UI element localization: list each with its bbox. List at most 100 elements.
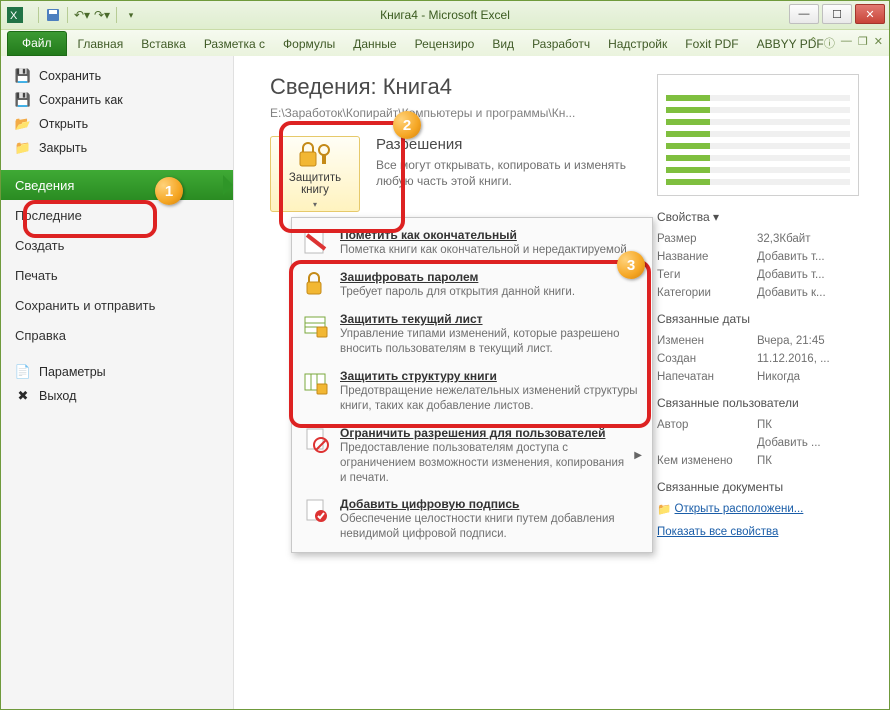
ribbon-tabs: Файл Главная Вставка Разметка с Формулы …	[1, 30, 889, 57]
sidebar-options[interactable]: 📄 Параметры	[1, 360, 233, 384]
submenu-arrow-icon: ▶	[634, 450, 642, 461]
related-docs-header: Связанные документы	[657, 480, 877, 494]
sidebar-save-as[interactable]: 💾 Сохранить как	[1, 88, 233, 112]
protect-structure-icon	[302, 369, 330, 397]
callout-badge-1: 1	[155, 177, 183, 205]
document-thumbnail	[657, 74, 859, 196]
signature-icon	[302, 497, 330, 525]
lock-key-icon	[298, 140, 332, 168]
excel-window: { "title": "Книга4 - Microsoft Excel", "…	[0, 0, 890, 710]
sidebar-nav-recent[interactable]: Последние	[1, 200, 233, 230]
restrict-icon	[302, 426, 330, 454]
prop-add-author[interactable]: Добавить ...	[657, 434, 877, 452]
save-as-icon: 💾	[15, 92, 31, 108]
show-all-props-link[interactable]: Показать все свойства	[657, 526, 877, 538]
prop-size: Размер32,3Кбайт	[657, 230, 877, 248]
menu-item-desc: Пометка книги как окончательной и нереда…	[340, 243, 630, 258]
minimize-button[interactable]: —	[789, 4, 819, 24]
sidebar-nav-label: Сохранить и отправить	[15, 298, 155, 313]
prop-printed: НапечатанНикогда	[657, 368, 877, 386]
callout-badge-2: 2	[393, 111, 421, 139]
menu-add-signature[interactable]: Добавить цифровую подписьОбеспечение цел…	[292, 491, 652, 548]
sidebar-nav-label: Последние	[15, 208, 82, 223]
sidebar-nav-help[interactable]: Справка	[1, 320, 233, 350]
doc-restore-icon[interactable]: ❐	[858, 35, 868, 51]
prop-author: АвторПК	[657, 416, 877, 434]
open-icon: 📂	[15, 116, 31, 132]
sidebar-save[interactable]: 💾Сохранить	[1, 64, 233, 88]
sidebar-exit[interactable]: ✖ Выход	[1, 384, 233, 408]
tab-home[interactable]: Главная	[69, 32, 133, 56]
quick-access-toolbar: ↶▾ ↷▾ ▾	[35, 6, 140, 24]
help-icon[interactable]: ⓘ	[824, 35, 835, 51]
menu-restrict-permission[interactable]: Ограничить разрешения для пользователейП…	[292, 420, 652, 492]
tab-addins[interactable]: Надстройк	[599, 32, 676, 56]
sidebar-nav-print[interactable]: Печать	[1, 260, 233, 290]
prop-modified: ИзмененВчера, 21:45	[657, 332, 877, 350]
sidebar-nav-info[interactable]: Сведения	[1, 170, 233, 200]
excel-app-icon: X	[7, 7, 23, 23]
prop-created: Создан11.12.2016, ...	[657, 350, 877, 368]
backstage-sidebar: 💾Сохранить 💾 Сохранить как 📂 Открыть 📁Закр…	[1, 56, 234, 709]
folder-icon: 📁	[15, 140, 31, 156]
qat-customize-icon[interactable]: ▾	[122, 6, 140, 24]
exit-icon: ✖	[15, 388, 31, 404]
protect-workbook-button[interactable]: Защитить книгу ▾	[270, 136, 360, 212]
sidebar-nav-new[interactable]: Создать	[1, 230, 233, 260]
sidebar-open[interactable]: 📂 Открыть	[1, 112, 233, 136]
menu-item-title: Защитить структуру книги	[340, 369, 642, 383]
menu-item-title: Пометить как окончательный	[340, 228, 630, 242]
menu-mark-final[interactable]: Пометить как окончательныйПометка книги …	[292, 222, 652, 264]
redo-icon[interactable]: ↷▾	[93, 6, 111, 24]
menu-protect-sheet[interactable]: Защитить текущий листУправление типами и…	[292, 306, 652, 363]
open-location-link[interactable]: 📁 Открыть расположени...	[657, 500, 877, 518]
sidebar-close[interactable]: 📁Закрыть	[1, 136, 233, 160]
properties-header[interactable]: Свойства ▾	[657, 210, 877, 224]
undo-icon[interactable]: ↶▾	[73, 6, 91, 24]
protect-sheet-icon	[302, 312, 330, 340]
menu-protect-structure[interactable]: Защитить структуру книгиПредотвращение н…	[292, 363, 652, 420]
sidebar-label: Выход	[39, 389, 76, 403]
prop-title[interactable]: НазваниеДобавить т...	[657, 248, 877, 266]
save-icon[interactable]	[44, 6, 62, 24]
info-heading: Сведения: Книга4	[270, 74, 645, 100]
save-icon: 💾	[15, 68, 31, 84]
users-header: Связанные пользователи	[657, 396, 877, 410]
tab-data[interactable]: Данные	[344, 32, 405, 56]
prop-tags[interactable]: ТегиДобавить т...	[657, 266, 877, 284]
menu-encrypt[interactable]: Зашифровать паролемТребует пароль для от…	[292, 264, 652, 306]
menu-item-desc: Предоставление пользователям доступа с о…	[340, 441, 624, 486]
sidebar-label: Параметры	[39, 365, 106, 379]
tab-formulas[interactable]: Формулы	[274, 32, 344, 56]
sidebar-label: Открыть	[39, 117, 88, 131]
options-icon: 📄	[15, 364, 31, 380]
tab-developer[interactable]: Разработч	[523, 32, 599, 56]
folder-icon: 📁	[657, 502, 671, 516]
tab-layout[interactable]: Разметка с	[195, 32, 274, 56]
permissions-block: Защитить книгу ▾ Разрешения Все могут от…	[270, 136, 645, 212]
svg-text:X: X	[10, 10, 18, 22]
sidebar-nav-label: Печать	[15, 268, 58, 283]
close-button[interactable]: ✕	[855, 4, 885, 24]
tab-insert[interactable]: Вставка	[132, 32, 195, 56]
sidebar-nav-share[interactable]: Сохранить и отправить	[1, 290, 233, 320]
menu-item-desc: Предотвращение нежелательных изменений с…	[340, 384, 642, 414]
sidebar-nav-label: Сведения	[15, 178, 74, 193]
doc-min-icon[interactable]: —	[841, 35, 852, 51]
menu-item-title: Зашифровать паролем	[340, 270, 575, 284]
properties-panel: Свойства ▾ Размер32,3Кбайт НазваниеДобав…	[645, 56, 889, 709]
tab-file[interactable]: Файл	[7, 31, 67, 56]
maximize-button[interactable]: ☐	[822, 4, 852, 24]
ribbon-minimize-icon[interactable]: ⌃	[809, 35, 818, 51]
protect-button-label: Защитить книгу	[277, 172, 353, 196]
info-path: E:\Заработок\Копирайт\Компьютеры и прогр…	[270, 106, 645, 120]
doc-close-icon[interactable]: ✕	[874, 35, 883, 51]
sidebar-label: Сохранить как	[39, 93, 123, 107]
tab-review[interactable]: Рецензиро	[406, 32, 484, 56]
menu-item-desc: Требует пароль для открытия данной книги…	[340, 285, 575, 300]
encrypt-icon	[302, 270, 330, 298]
tab-view[interactable]: Вид	[483, 32, 523, 56]
menu-item-title: Ограничить разрешения для пользователей	[340, 426, 624, 440]
prop-categories[interactable]: КатегорииДобавить к...	[657, 284, 877, 302]
tab-foxit[interactable]: Foxit PDF	[676, 32, 747, 56]
